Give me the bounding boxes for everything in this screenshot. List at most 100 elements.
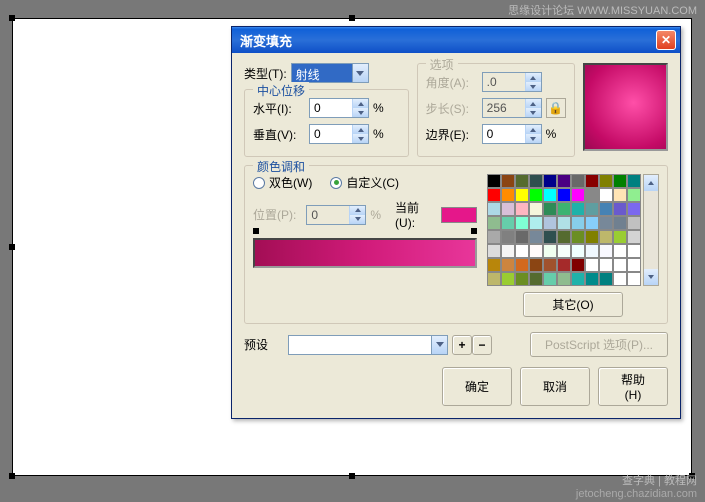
spin-down[interactable] — [526, 134, 541, 143]
color-swatch[interactable] — [557, 230, 571, 244]
color-palette[interactable] — [487, 174, 641, 286]
color-swatch[interactable] — [529, 202, 543, 216]
color-swatch[interactable] — [529, 258, 543, 272]
color-swatch[interactable] — [599, 230, 613, 244]
spin-up[interactable] — [353, 99, 368, 108]
color-swatch[interactable] — [515, 244, 529, 258]
color-swatch[interactable] — [627, 202, 641, 216]
vertical-input[interactable] — [310, 125, 352, 143]
color-swatch[interactable] — [599, 244, 613, 258]
selection-handle[interactable] — [349, 473, 355, 479]
color-swatch[interactable] — [599, 258, 613, 272]
gradient-bar[interactable] — [253, 238, 477, 268]
color-swatch[interactable] — [515, 174, 529, 188]
color-swatch[interactable] — [529, 244, 543, 258]
vertical-spinner[interactable] — [309, 124, 369, 144]
color-swatch[interactable] — [627, 230, 641, 244]
scroll-down[interactable] — [644, 269, 658, 285]
color-swatch[interactable] — [627, 258, 641, 272]
spin-up[interactable] — [526, 125, 541, 134]
selection-handle[interactable] — [9, 15, 15, 21]
color-swatch[interactable] — [515, 230, 529, 244]
edge-input[interactable] — [483, 125, 525, 143]
color-swatch[interactable] — [543, 216, 557, 230]
color-swatch[interactable] — [487, 188, 501, 202]
color-swatch[interactable] — [515, 216, 529, 230]
gradient-marker[interactable] — [471, 228, 477, 234]
color-swatch[interactable] — [585, 272, 599, 286]
other-colors-button[interactable]: 其它(O) — [523, 292, 623, 317]
edge-spinner[interactable] — [482, 124, 542, 144]
selection-handle[interactable] — [349, 15, 355, 21]
scroll-track[interactable] — [644, 191, 658, 269]
color-swatch[interactable] — [571, 244, 585, 258]
color-swatch[interactable] — [557, 188, 571, 202]
color-swatch[interactable] — [585, 258, 599, 272]
color-swatch[interactable] — [613, 244, 627, 258]
color-swatch[interactable] — [585, 230, 599, 244]
color-swatch[interactable] — [515, 258, 529, 272]
lock-button[interactable]: 🔒 — [546, 98, 566, 118]
color-swatch[interactable] — [529, 174, 543, 188]
color-swatch[interactable] — [487, 230, 501, 244]
color-swatch[interactable] — [529, 188, 543, 202]
remove-preset-button[interactable]: − — [472, 335, 492, 355]
color-swatch[interactable] — [627, 272, 641, 286]
color-swatch[interactable] — [543, 258, 557, 272]
horizontal-input[interactable] — [310, 99, 352, 117]
current-color-swatch[interactable] — [441, 207, 477, 223]
color-swatch[interactable] — [543, 272, 557, 286]
color-swatch[interactable] — [599, 216, 613, 230]
color-swatch[interactable] — [585, 188, 599, 202]
color-swatch[interactable] — [571, 188, 585, 202]
color-swatch[interactable] — [501, 216, 515, 230]
color-swatch[interactable] — [599, 174, 613, 188]
selection-handle[interactable] — [9, 473, 15, 479]
color-swatch[interactable] — [557, 258, 571, 272]
color-swatch[interactable] — [585, 244, 599, 258]
color-swatch[interactable] — [571, 202, 585, 216]
color-swatch[interactable] — [501, 230, 515, 244]
color-swatch[interactable] — [515, 188, 529, 202]
palette-scrollbar[interactable] — [643, 174, 659, 286]
color-swatch[interactable] — [585, 174, 599, 188]
spin-down[interactable] — [353, 134, 368, 143]
add-preset-button[interactable]: + — [452, 335, 472, 355]
color-swatch[interactable] — [599, 188, 613, 202]
color-swatch[interactable] — [501, 272, 515, 286]
color-swatch[interactable] — [627, 188, 641, 202]
color-swatch[interactable] — [599, 272, 613, 286]
color-swatch[interactable] — [571, 258, 585, 272]
color-swatch[interactable] — [613, 174, 627, 188]
color-swatch[interactable] — [543, 188, 557, 202]
color-swatch[interactable] — [529, 230, 543, 244]
color-swatch[interactable] — [613, 202, 627, 216]
color-swatch[interactable] — [599, 202, 613, 216]
help-button[interactable]: 帮助(H) — [598, 367, 668, 406]
color-swatch[interactable] — [571, 174, 585, 188]
color-swatch[interactable] — [557, 244, 571, 258]
color-swatch[interactable] — [627, 244, 641, 258]
color-swatch[interactable] — [501, 202, 515, 216]
color-swatch[interactable] — [613, 230, 627, 244]
close-button[interactable]: ✕ — [656, 30, 676, 50]
color-swatch[interactable] — [501, 244, 515, 258]
color-swatch[interactable] — [543, 174, 557, 188]
color-swatch[interactable] — [627, 174, 641, 188]
color-swatch[interactable] — [501, 174, 515, 188]
gradient-marker[interactable] — [253, 228, 259, 234]
color-swatch[interactable] — [557, 272, 571, 286]
color-swatch[interactable] — [613, 216, 627, 230]
color-swatch[interactable] — [515, 202, 529, 216]
color-swatch[interactable] — [571, 230, 585, 244]
color-swatch[interactable] — [529, 216, 543, 230]
color-swatch[interactable] — [613, 272, 627, 286]
color-swatch[interactable] — [543, 244, 557, 258]
color-swatch[interactable] — [585, 216, 599, 230]
color-swatch[interactable] — [613, 188, 627, 202]
color-swatch[interactable] — [543, 202, 557, 216]
type-combo[interactable]: 射线 — [291, 63, 369, 83]
custom-radio[interactable]: 自定义(C) — [330, 174, 399, 191]
color-swatch[interactable] — [557, 174, 571, 188]
color-swatch[interactable] — [557, 216, 571, 230]
